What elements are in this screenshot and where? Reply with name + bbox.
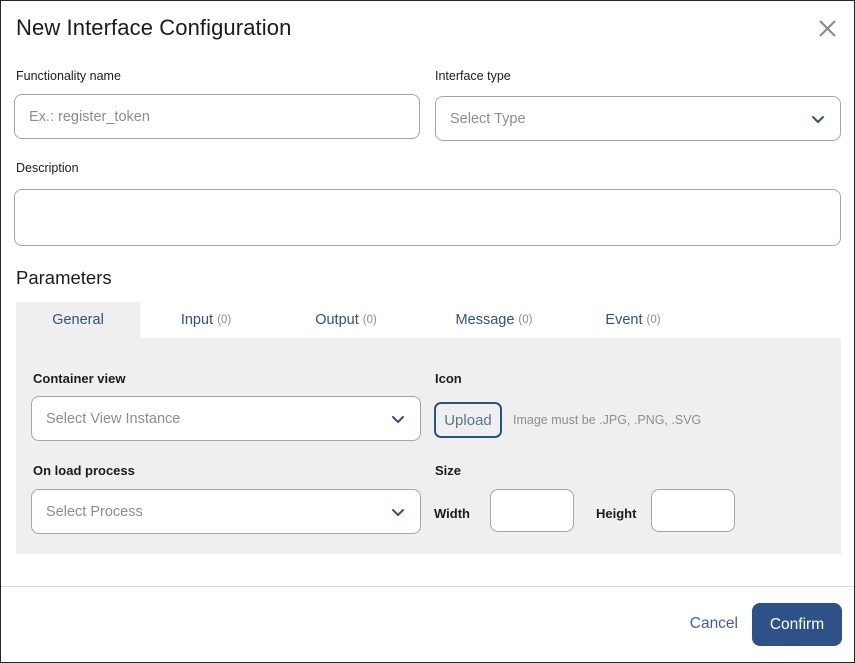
container-view-value: Select View Instance: [46, 410, 181, 427]
new-interface-configuration-dialog: New Interface Configuration Functionalit…: [0, 0, 855, 663]
functionality-name-input[interactable]: [14, 94, 420, 139]
confirm-button[interactable]: Confirm: [752, 603, 842, 646]
chevron-down-icon: [392, 415, 404, 423]
footer-divider: [1, 586, 854, 587]
container-view-label: Container view: [33, 371, 126, 386]
height-input[interactable]: [651, 489, 735, 532]
size-label: Size: [435, 463, 462, 478]
tab-event[interactable]: Event (0): [568, 302, 698, 338]
tab-message-count: (0): [518, 314, 533, 326]
functionality-name-label: Functionality name: [16, 69, 121, 83]
tab-input-count: (0): [217, 314, 232, 326]
tab-input[interactable]: Input (0): [140, 302, 272, 338]
icon-label: Icon: [435, 371, 462, 386]
container-view-select[interactable]: Select View Instance: [31, 396, 421, 441]
interface-type-label: Interface type: [435, 69, 511, 83]
on-load-process-label: On load process: [33, 463, 135, 478]
tab-general-label: General: [52, 312, 104, 328]
tab-output[interactable]: Output (0): [272, 302, 420, 338]
parameters-general-panel: Container view Select View Instance On l…: [16, 338, 841, 554]
on-load-process-value: Select Process: [46, 503, 143, 520]
interface-type-select[interactable]: Select Type: [435, 96, 841, 141]
parameters-tabstrip: General Input (0) Output (0) Message (0)…: [16, 302, 841, 338]
cancel-button[interactable]: Cancel: [682, 609, 746, 639]
dialog-title: New Interface Configuration: [16, 15, 292, 40]
width-label: Width: [434, 506, 470, 521]
description-label: Description: [16, 161, 79, 175]
tab-message-label: Message: [455, 312, 515, 328]
tab-message[interactable]: Message (0): [420, 302, 568, 338]
tab-input-label: Input: [180, 312, 214, 328]
dialog-header: New Interface Configuration: [1, 1, 854, 57]
close-icon[interactable]: [810, 11, 844, 45]
upload-button[interactable]: Upload: [434, 402, 502, 438]
description-textarea[interactable]: [14, 189, 841, 246]
tab-output-count: (0): [362, 314, 377, 326]
icon-format-hint: Image must be .JPG, .PNG, .SVG: [513, 413, 702, 427]
tab-event-label: Event: [605, 312, 643, 328]
interface-type-value: Select Type: [450, 110, 526, 127]
tab-output-label: Output: [315, 312, 359, 328]
chevron-down-icon: [812, 115, 824, 123]
tab-event-count: (0): [646, 314, 661, 326]
width-input[interactable]: [490, 489, 574, 532]
on-load-process-select[interactable]: Select Process: [31, 489, 421, 534]
chevron-down-icon: [392, 508, 404, 516]
height-label: Height: [596, 506, 637, 521]
parameters-heading: Parameters: [16, 267, 112, 288]
tab-general[interactable]: General: [16, 302, 140, 338]
